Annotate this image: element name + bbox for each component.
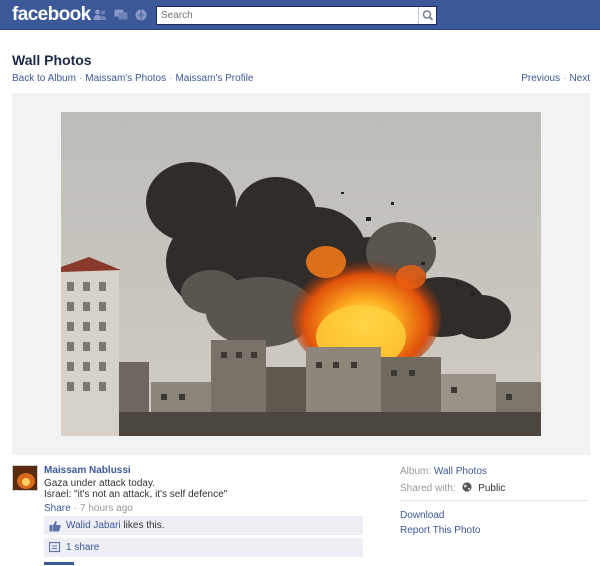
pager-separator: · [563, 73, 567, 84]
feedback-box: Walid Jabari likes this. 1 share [44, 516, 363, 558]
breadcrumb-separator: · [169, 73, 173, 84]
photo-caption-line: Israel: "it's not an attack, it's self d… [44, 489, 228, 500]
likes-row: Walid Jabari likes this. [44, 516, 363, 536]
author-name-link[interactable]: Maissam Nablussi [44, 465, 131, 476]
liker-name-link[interactable]: Walid Jabari [66, 520, 121, 531]
divider [400, 500, 588, 501]
timestamp[interactable]: 7 hours ago [80, 503, 133, 514]
album-info: Album: Wall Photos [400, 466, 487, 477]
facebook-logo[interactable]: facebook [12, 4, 91, 26]
next-link[interactable]: Next [569, 73, 590, 84]
shares-count-link[interactable]: 1 share [66, 542, 99, 553]
notifications-icon[interactable] [134, 9, 148, 21]
search-icon [422, 10, 434, 21]
likes-text: likes this. [123, 520, 165, 531]
back-to-album-link[interactable]: Back to Album [12, 73, 76, 84]
search-box [156, 6, 437, 25]
friend-requests-icon[interactable] [93, 9, 107, 21]
previous-link[interactable]: Previous [521, 73, 560, 84]
breadcrumb-separator: · [78, 73, 83, 84]
privacy-info: Shared with: Public [400, 482, 505, 494]
globe-icon [462, 482, 472, 492]
breadcrumb: Back to Album · Maissam's Photos · Maissam's… [12, 73, 253, 84]
profile-picture [13, 466, 37, 490]
avatar[interactable] [12, 465, 38, 491]
shared-with-label: Shared with: [400, 483, 456, 494]
share-icon [49, 542, 61, 553]
privacy-value[interactable]: Public [478, 483, 505, 494]
main-photo[interactable] [61, 112, 541, 436]
post-meta: Share · 7 hours ago [44, 503, 133, 514]
album-link[interactable]: Wall Photos [434, 466, 487, 477]
report-photo-link[interactable]: Report This Photo [400, 525, 480, 536]
search-button[interactable] [418, 7, 436, 24]
messages-icon[interactable] [114, 9, 128, 21]
profile-link[interactable]: Maissam's Profile [175, 73, 253, 84]
comment-box-edge [44, 562, 74, 565]
search-input[interactable] [157, 7, 419, 24]
albums-link[interactable]: Maissam's Photos [85, 73, 166, 84]
page-title: Wall Photos [12, 52, 92, 68]
album-label: Album: [400, 466, 432, 477]
thumbs-up-icon [49, 521, 61, 532]
download-link[interactable]: Download [400, 510, 444, 521]
top-bar: facebook [0, 0, 600, 30]
explosion-photo [61, 112, 541, 436]
share-link[interactable]: Share [44, 503, 71, 514]
shares-row: 1 share [44, 538, 363, 558]
photo-caption-line: Gaza under attack today. [44, 478, 155, 489]
photo-stage [12, 93, 590, 455]
meta-separator: · [73, 503, 78, 514]
photo-pager: Previous · Next [521, 73, 590, 84]
